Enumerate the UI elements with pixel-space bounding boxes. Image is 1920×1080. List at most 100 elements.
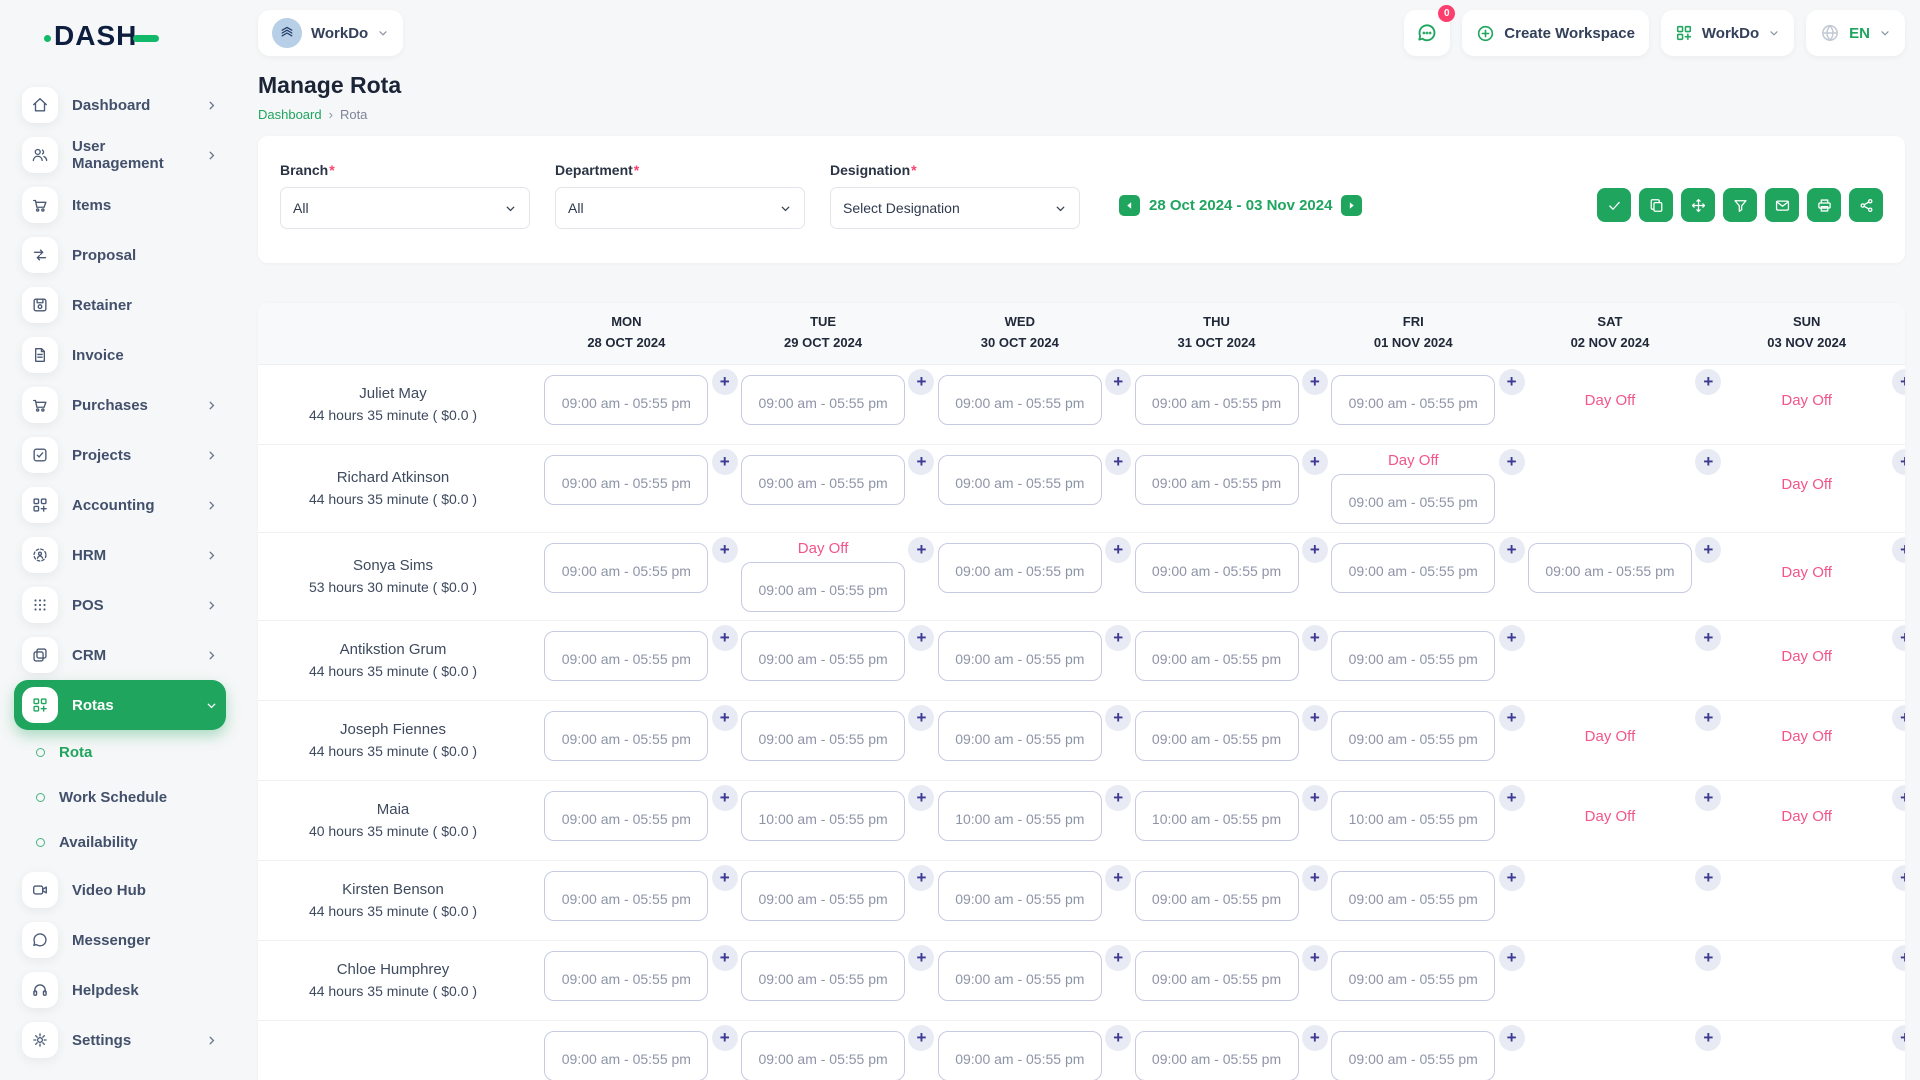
- workspace-menu-button[interactable]: WorkDo: [1661, 10, 1794, 56]
- shift-time-box[interactable]: 09:00 am - 05:55 pm: [1135, 631, 1299, 681]
- shift-time-box[interactable]: 09:00 am - 05:55 pm: [1331, 1031, 1495, 1080]
- add-shift-button[interactable]: [1499, 1025, 1525, 1051]
- add-shift-button[interactable]: [712, 369, 738, 395]
- add-shift-button[interactable]: [1892, 369, 1905, 395]
- add-shift-button[interactable]: [1499, 449, 1525, 475]
- shift-time-box[interactable]: 09:00 am - 05:55 pm: [741, 455, 905, 505]
- add-shift-button[interactable]: [1499, 537, 1525, 563]
- department-select[interactable]: All: [555, 187, 805, 229]
- shift-time-box[interactable]: 09:00 am - 05:55 pm: [1331, 951, 1495, 1001]
- sidebar-item-video-hub[interactable]: Video Hub: [14, 865, 226, 915]
- add-shift-button[interactable]: [1499, 785, 1525, 811]
- sidebar-item-dashboard[interactable]: Dashboard: [14, 80, 226, 130]
- sidebar-item-helpdesk[interactable]: Helpdesk: [14, 965, 226, 1015]
- add-shift-button[interactable]: [1105, 625, 1131, 651]
- shift-time-box[interactable]: 09:00 am - 05:55 pm: [1331, 631, 1495, 681]
- shift-time-box[interactable]: 09:00 am - 05:55 pm: [938, 455, 1102, 505]
- breadcrumb-dashboard-link[interactable]: Dashboard: [258, 107, 322, 122]
- sidebar-item-user-management[interactable]: User Management: [14, 130, 226, 180]
- add-shift-button[interactable]: [1892, 625, 1905, 651]
- shift-time-box[interactable]: 09:00 am - 05:55 pm: [544, 631, 708, 681]
- sidebar-subitem-work-schedule[interactable]: Work Schedule: [14, 775, 226, 820]
- add-shift-button[interactable]: [1695, 785, 1721, 811]
- add-shift-button[interactable]: [1105, 369, 1131, 395]
- add-shift-button[interactable]: [1499, 705, 1525, 731]
- sidebar-item-retainer[interactable]: Retainer: [14, 280, 226, 330]
- add-shift-button[interactable]: [908, 449, 934, 475]
- add-shift-button[interactable]: [1302, 625, 1328, 651]
- add-shift-button[interactable]: [1105, 945, 1131, 971]
- add-shift-button[interactable]: [1695, 449, 1721, 475]
- shift-time-box[interactable]: 09:00 am - 05:55 pm: [938, 711, 1102, 761]
- copy-button[interactable]: [1639, 188, 1673, 222]
- add-shift-button[interactable]: [1892, 537, 1905, 563]
- add-shift-button[interactable]: [712, 1025, 738, 1051]
- sidebar-item-accounting[interactable]: Accounting: [14, 480, 226, 530]
- shift-time-box[interactable]: 09:00 am - 05:55 pm: [938, 543, 1102, 593]
- add-shift-button[interactable]: [1302, 785, 1328, 811]
- add-shift-button[interactable]: [1695, 1025, 1721, 1051]
- add-shift-button[interactable]: [1892, 945, 1905, 971]
- shift-time-box[interactable]: 09:00 am - 05:55 pm: [1135, 375, 1299, 425]
- sidebar-item-purchases[interactable]: Purchases: [14, 380, 226, 430]
- add-shift-button[interactable]: [908, 537, 934, 563]
- add-shift-button[interactable]: [1892, 1025, 1905, 1051]
- sidebar-item-items[interactable]: Items: [14, 180, 226, 230]
- add-shift-button[interactable]: [1302, 449, 1328, 475]
- sidebar-item-rotas[interactable]: Rotas: [14, 680, 226, 730]
- shift-time-box[interactable]: 09:00 am - 05:55 pm: [544, 455, 708, 505]
- add-shift-button[interactable]: [1302, 945, 1328, 971]
- add-shift-button[interactable]: [1105, 705, 1131, 731]
- add-shift-button[interactable]: [1695, 537, 1721, 563]
- add-shift-button[interactable]: [1892, 449, 1905, 475]
- shift-time-box[interactable]: 09:00 am - 05:55 pm: [741, 562, 905, 612]
- shift-time-box[interactable]: 09:00 am - 05:55 pm: [1135, 951, 1299, 1001]
- shift-time-box[interactable]: 09:00 am - 05:55 pm: [544, 871, 708, 921]
- add-shift-button[interactable]: [1892, 785, 1905, 811]
- add-shift-button[interactable]: [1695, 865, 1721, 891]
- shift-time-box[interactable]: 09:00 am - 05:55 pm: [544, 1031, 708, 1080]
- approve-button[interactable]: [1597, 188, 1631, 222]
- shift-time-box[interactable]: 09:00 am - 05:55 pm: [544, 711, 708, 761]
- add-shift-button[interactable]: [1695, 625, 1721, 651]
- shift-time-box[interactable]: 10:00 am - 05:55 pm: [1331, 791, 1495, 841]
- sidebar-item-invoice[interactable]: Invoice: [14, 330, 226, 380]
- add-shift-button[interactable]: [908, 625, 934, 651]
- add-shift-button[interactable]: [1499, 369, 1525, 395]
- shift-time-box[interactable]: 09:00 am - 05:55 pm: [1331, 711, 1495, 761]
- add-shift-button[interactable]: [1499, 625, 1525, 651]
- add-shift-button[interactable]: [1695, 369, 1721, 395]
- sidebar-item-projects[interactable]: Projects: [14, 430, 226, 480]
- add-shift-button[interactable]: [712, 625, 738, 651]
- branch-select[interactable]: All: [280, 187, 530, 229]
- shift-time-box[interactable]: 09:00 am - 05:55 pm: [544, 951, 708, 1001]
- add-shift-button[interactable]: [712, 785, 738, 811]
- sidebar-item-settings[interactable]: Settings: [14, 1015, 226, 1065]
- shift-time-box[interactable]: 09:00 am - 05:55 pm: [1135, 455, 1299, 505]
- shift-time-box[interactable]: 09:00 am - 05:55 pm: [544, 375, 708, 425]
- add-shift-button[interactable]: [1499, 865, 1525, 891]
- shift-time-box[interactable]: 09:00 am - 05:55 pm: [1331, 543, 1495, 593]
- language-selector[interactable]: EN: [1806, 10, 1905, 56]
- shift-time-box[interactable]: 09:00 am - 05:55 pm: [544, 543, 708, 593]
- add-shift-button[interactable]: [1695, 705, 1721, 731]
- messages-button[interactable]: 0: [1404, 10, 1450, 56]
- shift-time-box[interactable]: 09:00 am - 05:55 pm: [741, 1031, 905, 1080]
- add-shift-button[interactable]: [1105, 537, 1131, 563]
- add-shift-button[interactable]: [908, 945, 934, 971]
- add-shift-button[interactable]: [712, 449, 738, 475]
- shift-time-box[interactable]: 09:00 am - 05:55 pm: [741, 375, 905, 425]
- add-shift-button[interactable]: [712, 865, 738, 891]
- add-shift-button[interactable]: [712, 537, 738, 563]
- shift-time-box[interactable]: 09:00 am - 05:55 pm: [1331, 871, 1495, 921]
- add-shift-button[interactable]: [1695, 945, 1721, 971]
- shift-time-box[interactable]: 09:00 am - 05:55 pm: [938, 951, 1102, 1001]
- shift-time-box[interactable]: 09:00 am - 05:55 pm: [544, 791, 708, 841]
- shift-time-box[interactable]: 09:00 am - 05:55 pm: [938, 631, 1102, 681]
- shift-time-box[interactable]: 09:00 am - 05:55 pm: [1528, 543, 1692, 593]
- sidebar-item-pos[interactable]: POS: [14, 580, 226, 630]
- brand-logo[interactable]: DASH: [54, 20, 226, 52]
- add-shift-button[interactable]: [1105, 865, 1131, 891]
- add-shift-button[interactable]: [908, 369, 934, 395]
- shift-time-box[interactable]: 09:00 am - 05:55 pm: [741, 871, 905, 921]
